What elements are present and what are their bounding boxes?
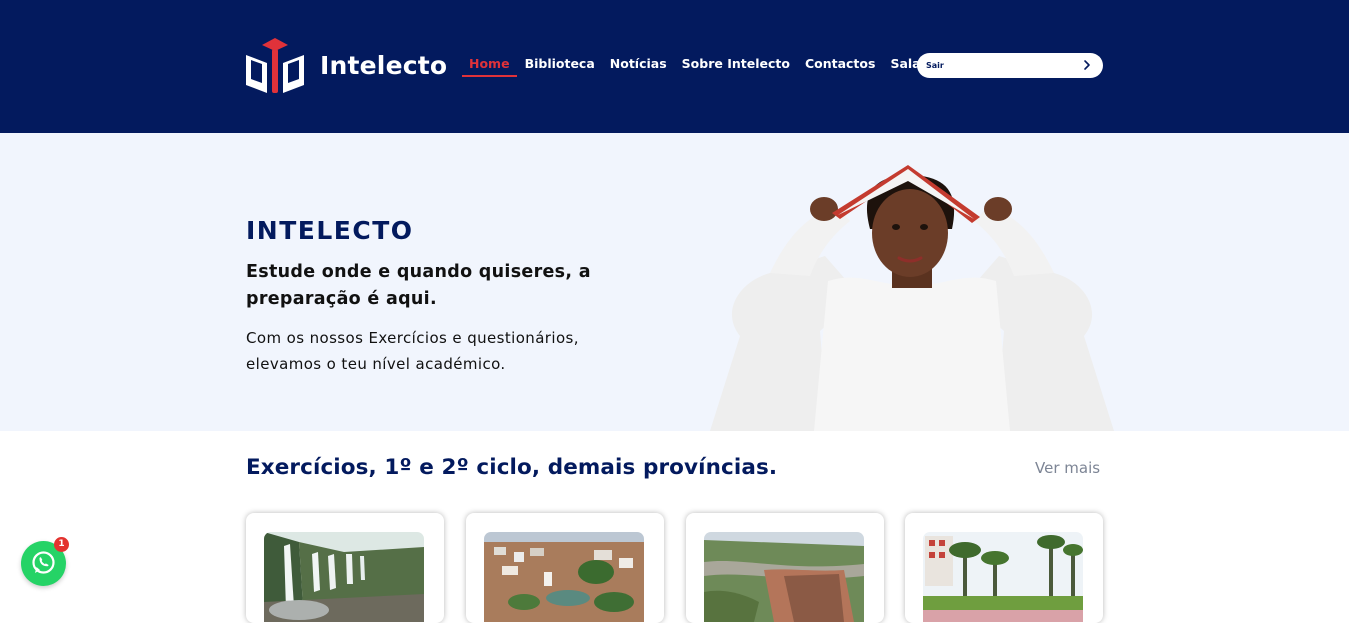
- chevron-right-icon[interactable]: [1080, 57, 1094, 73]
- student-with-book-photo: [710, 165, 1114, 431]
- search-input[interactable]: [926, 61, 1076, 70]
- hero-section: INTELECTO Estude onde e quando quiseres,…: [0, 133, 1349, 431]
- section-title: Exercícios, 1º e 2º ciclo, demais provín…: [246, 455, 778, 480]
- hero-subtitle: Estude onde e quando quiseres, a prepara…: [246, 262, 591, 309]
- province-card[interactable]: [905, 513, 1103, 623]
- hero-description: Com os nossos Exercícios e questionários…: [246, 329, 579, 373]
- hero-title: INTELECTO: [246, 216, 414, 245]
- nav-home[interactable]: Home: [462, 56, 517, 77]
- search-bar: [917, 53, 1103, 78]
- province-card[interactable]: [246, 513, 444, 623]
- province-card-image: [704, 532, 864, 622]
- province-card-image: [484, 532, 644, 622]
- brand-logo[interactable]: Intelecto: [246, 38, 447, 93]
- see-more-link[interactable]: Ver mais: [1035, 459, 1100, 477]
- nav-noticias[interactable]: Notícias: [610, 56, 667, 77]
- site-header: Intelecto Home Biblioteca Notícias Sobre…: [0, 0, 1349, 133]
- province-card-image: [264, 532, 424, 622]
- brand-name: Intelecto: [320, 51, 448, 80]
- province-card[interactable]: [686, 513, 884, 623]
- nav-sobre-intelecto[interactable]: Sobre Intelecto: [682, 56, 790, 77]
- province-card-image: [923, 532, 1083, 622]
- nav-biblioteca[interactable]: Biblioteca: [525, 56, 595, 77]
- province-card[interactable]: [466, 513, 664, 623]
- book-cap-logo-icon: [246, 38, 304, 93]
- main-nav: Home Biblioteca Notícias Sobre Intelecto…: [462, 56, 936, 77]
- notification-badge: 1: [54, 537, 69, 552]
- nav-contactos[interactable]: Contactos: [805, 56, 875, 77]
